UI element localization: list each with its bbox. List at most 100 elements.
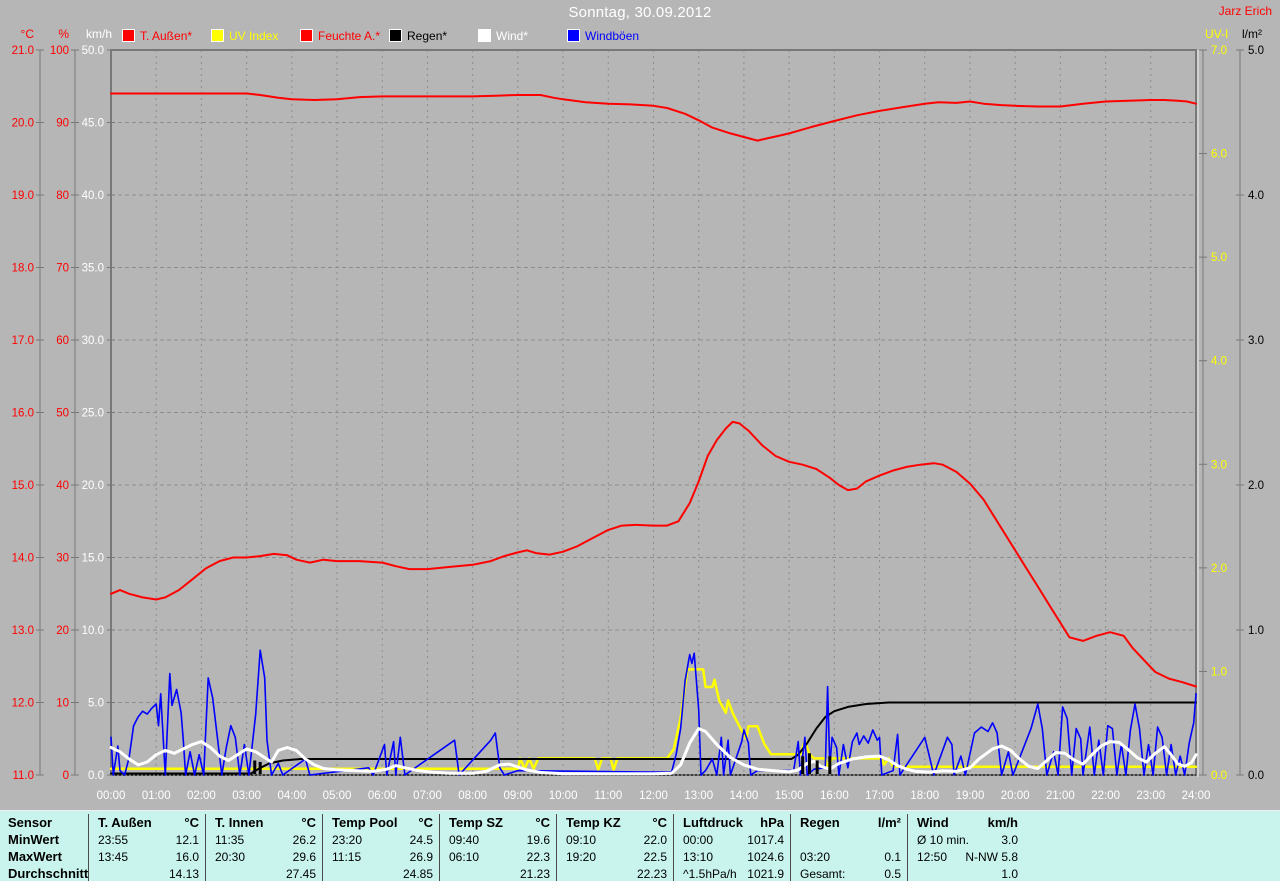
table-min-col5-value: 1017.4 bbox=[747, 833, 784, 847]
table-max-col1-value: 29.6 bbox=[293, 850, 316, 864]
tick-label-lm2: 2.0 bbox=[1248, 480, 1264, 492]
tick-label-kmh: 45.0 bbox=[82, 118, 104, 130]
table-avg-col7: 1.0 bbox=[907, 865, 1024, 881]
tick-label-lm2: 4.0 bbox=[1248, 190, 1264, 202]
x-label: 22:00 bbox=[1091, 790, 1120, 802]
axis-unit-kmh: km/h bbox=[86, 27, 112, 41]
table-head-col3-label: Temp SZ bbox=[449, 815, 503, 830]
axis-unit-uvi: UV-I bbox=[1205, 27, 1228, 41]
tick-label-degc: 18.0 bbox=[12, 263, 34, 275]
tick-label-kmh: 5.0 bbox=[88, 698, 104, 710]
table-min-col3-label: 09:40 bbox=[449, 833, 479, 847]
stats-table: SensorT. Außen°CT. Innen°CTemp Pool°CTem… bbox=[0, 810, 1280, 881]
tick-label-pct: 10 bbox=[56, 698, 69, 710]
tick-label-uvi: 7.0 bbox=[1211, 45, 1227, 57]
table-avg-col5-label: ^1.5hPa/h bbox=[683, 867, 737, 881]
table-avg-col0: 14.13 bbox=[88, 865, 205, 881]
x-label: 17:00 bbox=[865, 790, 894, 802]
tick-label-lm2: 1.0 bbox=[1248, 625, 1264, 637]
table-head-col0-label: T. Außen bbox=[98, 815, 152, 830]
tick-label-kmh: 25.0 bbox=[82, 408, 104, 420]
table-head-col7: Wind km/h bbox=[907, 814, 1024, 831]
tick-label-lm2: 3.0 bbox=[1248, 335, 1264, 347]
table-max-col0: 13:4516.0 bbox=[88, 848, 205, 865]
table-head-col0: T. Außen °C bbox=[88, 814, 205, 831]
table-filler bbox=[1024, 848, 1280, 865]
table-avg-col2: 24.85 bbox=[322, 865, 439, 881]
tick-label-degc: 16.0 bbox=[12, 408, 34, 420]
table-avg-col6-label: Gesamt: bbox=[800, 867, 845, 881]
table-head-col6: Regenl/m² bbox=[790, 814, 907, 831]
tick-label-pct: 50 bbox=[56, 408, 69, 420]
table-filler bbox=[1024, 831, 1280, 848]
x-label: 21:00 bbox=[1046, 790, 1075, 802]
table-max-col0-label: 13:45 bbox=[98, 850, 128, 864]
tick-label-degc: 21.0 bbox=[12, 45, 34, 57]
table-head-col1: T. Innen°C bbox=[205, 814, 322, 831]
axis-unit-pct: % bbox=[58, 27, 69, 41]
table-head-col4: Temp KZ°C bbox=[556, 814, 673, 831]
table-max-col2-label: 11:15 bbox=[332, 850, 361, 864]
tick-label-kmh: 20.0 bbox=[82, 480, 104, 492]
table-max-col4-value: 22.5 bbox=[644, 850, 667, 864]
table-min-col5: 00:00 1017.4 bbox=[673, 831, 790, 848]
table-min-col0: 23:5512.1 bbox=[88, 831, 205, 848]
table-min-col1-label: 11:35 bbox=[215, 833, 244, 847]
tick-label-kmh: 35.0 bbox=[82, 263, 104, 275]
table-max-col5-label: 13:10 bbox=[683, 850, 713, 864]
table-head-col2: Temp Pool °C bbox=[322, 814, 439, 831]
table-max-col4: 19:20 22.5 bbox=[556, 848, 673, 865]
tick-label-degc: 20.0 bbox=[12, 118, 34, 130]
x-label: 16:00 bbox=[820, 790, 849, 802]
table-min-col0-label: 23:55 bbox=[98, 833, 128, 847]
tick-label-kmh: 0.0 bbox=[88, 770, 104, 782]
x-label: 07:00 bbox=[413, 790, 442, 802]
table-min-col3-value: 19.6 bbox=[527, 833, 550, 847]
tick-label-pct: 0 bbox=[63, 770, 69, 782]
table-min-col5-label: 00:00 bbox=[683, 833, 713, 847]
tick-label-uvi: 2.0 bbox=[1211, 563, 1227, 575]
table-avg-col0-value: 14.13 bbox=[169, 867, 199, 881]
x-label: 14:00 bbox=[730, 790, 759, 802]
tick-label-degc: 13.0 bbox=[12, 625, 34, 637]
table-head-col2-label: Temp Pool bbox=[332, 815, 397, 830]
tick-label-pct: 90 bbox=[56, 118, 69, 130]
x-label: 20:00 bbox=[1001, 790, 1030, 802]
table-row-label-max: MaxWert bbox=[0, 848, 88, 865]
x-label: 00:00 bbox=[97, 790, 126, 802]
chart-canvas: 21.020.019.018.017.016.015.014.013.012.0… bbox=[0, 0, 1280, 810]
tick-label-pct: 20 bbox=[56, 625, 69, 637]
tick-label-pct: 60 bbox=[56, 335, 69, 347]
table-head-col5: LuftdruckhPa bbox=[673, 814, 790, 831]
x-label: 05:00 bbox=[323, 790, 352, 802]
tick-label-uvi: 4.0 bbox=[1211, 356, 1227, 368]
tick-label-uvi: 6.0 bbox=[1211, 149, 1227, 161]
x-label: 13:00 bbox=[684, 790, 713, 802]
table-min-col2-value: 24.5 bbox=[410, 833, 433, 847]
x-label: 02:00 bbox=[187, 790, 216, 802]
table-max-col4-label: 19:20 bbox=[566, 850, 596, 864]
tick-label-degc: 19.0 bbox=[12, 190, 34, 202]
table-min-col1-value: 26.2 bbox=[293, 833, 316, 847]
table-head-col7-label: Wind bbox=[917, 815, 949, 830]
x-label: 19:00 bbox=[956, 790, 985, 802]
table-avg-col2-value: 24.85 bbox=[403, 867, 433, 881]
table-avg-col7-value: 1.0 bbox=[1001, 867, 1018, 881]
table-avg-col5: ^1.5hPa/h1021.9 bbox=[673, 865, 790, 881]
table-min-col3: 09:40 19.6 bbox=[439, 831, 556, 848]
tick-label-kmh: 10.0 bbox=[82, 625, 104, 637]
tick-label-kmh: 40.0 bbox=[82, 190, 104, 202]
table-head-col2-value: °C bbox=[418, 815, 433, 830]
table-row-label-head: Sensor bbox=[0, 814, 88, 831]
table-head-col0-value: °C bbox=[184, 815, 199, 830]
x-label: 10:00 bbox=[549, 790, 578, 802]
tick-label-pct: 30 bbox=[56, 553, 69, 565]
table-min-col7-value: 3.0 bbox=[1001, 833, 1018, 847]
table-head-col7-value: km/h bbox=[988, 815, 1018, 830]
tick-label-lm2: 5.0 bbox=[1248, 45, 1264, 57]
table-max-col2: 11:1526.9 bbox=[322, 848, 439, 865]
weather-chart-window: Sonntag, 30.09.2012 Jarz Erich T. Außen*… bbox=[0, 0, 1280, 881]
tick-label-pct: 40 bbox=[56, 480, 69, 492]
tick-label-pct: 100 bbox=[50, 45, 69, 57]
x-label: 24:00 bbox=[1182, 790, 1211, 802]
